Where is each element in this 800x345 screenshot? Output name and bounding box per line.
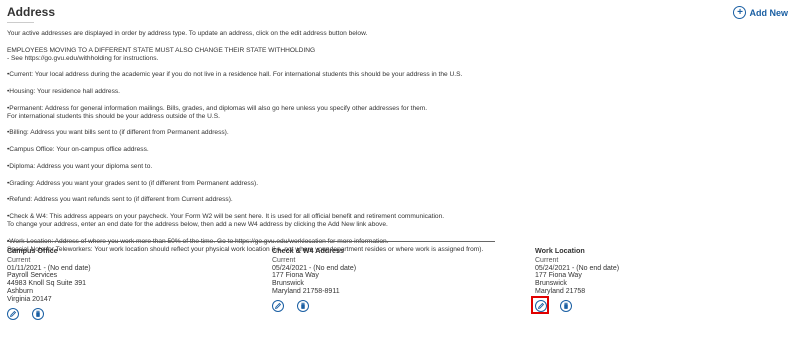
info-grading: •Grading: Address you want your grades s… [7,179,259,187]
trash-icon [564,302,568,309]
info-housing: •Housing: Your residence hall address. [7,88,121,96]
info-intro: Your active addresses are displayed in o… [7,30,368,37]
address-city: Ashburn [7,287,34,295]
trash-icon [36,310,40,317]
info-campus-office: •Campus Office: Your on-campus office ad… [7,146,149,154]
address-type: Check & W4 Address [272,246,345,255]
address-city: Brunswick [535,280,567,288]
address-status: Current [7,256,31,264]
info-refund: •Refund: Address you want refunds sent t… [7,196,233,204]
address-line1: 177 Fiona Way [272,272,319,280]
delete-address-button[interactable] [560,299,572,312]
address-line1: Payroll Services [7,272,58,280]
info-permanent: •Permanent: Address for general informat… [7,104,428,120]
address-city: Brunswick [272,280,304,288]
page-title: Address [7,5,56,19]
pencil-icon [10,310,17,317]
info-withholding: EMPLOYEES MOVING TO A DIFFERENT STATE MU… [7,46,316,62]
address-state-zip: Virginia 20147 [7,295,52,303]
address-state-zip: Maryland 21758 [535,287,586,295]
address-dates: 05/24/2021 - (No end date) [535,264,620,272]
title-underline [7,22,34,23]
address-header: Address + Add New [7,4,790,24]
info-diploma: •Diploma: Address you want your diploma … [7,162,153,170]
address-state-zip: Maryland 21758-8911 [272,287,340,295]
edit-address-button[interactable] [272,299,284,312]
edit-address-button[interactable] [7,307,19,320]
address-instructions: Your active addresses are displayed in o… [7,30,777,262]
add-new-label: Add New [749,7,788,18]
address-status: Current [535,256,559,264]
delete-address-button[interactable] [297,299,309,312]
trash-icon [301,302,305,309]
add-new-button[interactable]: + Add New [733,6,788,19]
section-divider [7,241,495,242]
edit-button-highlight [531,295,549,314]
delete-address-button[interactable] [32,307,44,320]
info-work-location: •Work Location: Address of where you wor… [7,237,484,253]
info-billing: •Billing: Address you want bills sent to… [7,129,229,137]
edit-address-button[interactable] [535,299,547,312]
address-line2: 44983 Knoll Sq Suite 391 [7,280,87,288]
address-card-work-location: Work Location Current 05/24/2021 - (No e… [531,246,620,314]
address-type: Work Location [535,246,585,255]
address-type: Campus Office [7,246,58,255]
address-line1: 177 Fiona Way [535,272,582,280]
address-card-campus-office: Campus Office Current 01/11/2021 - (No e… [7,247,91,320]
info-current: •Current: Your local address during the … [7,71,463,79]
plus-circle-icon: + [733,6,747,19]
info-check-w4: •Check & W4: This address appears on you… [7,212,445,228]
pencil-icon [275,302,282,309]
address-dates: 05/24/2021 - (No end date) [272,264,357,272]
pencil-icon [538,302,545,309]
address-dates: 01/11/2021 - (No end date) [7,264,91,272]
address-card-check-w4: Check & W4 Address Current 05/24/2021 - … [272,247,356,312]
address-status: Current [272,256,296,264]
